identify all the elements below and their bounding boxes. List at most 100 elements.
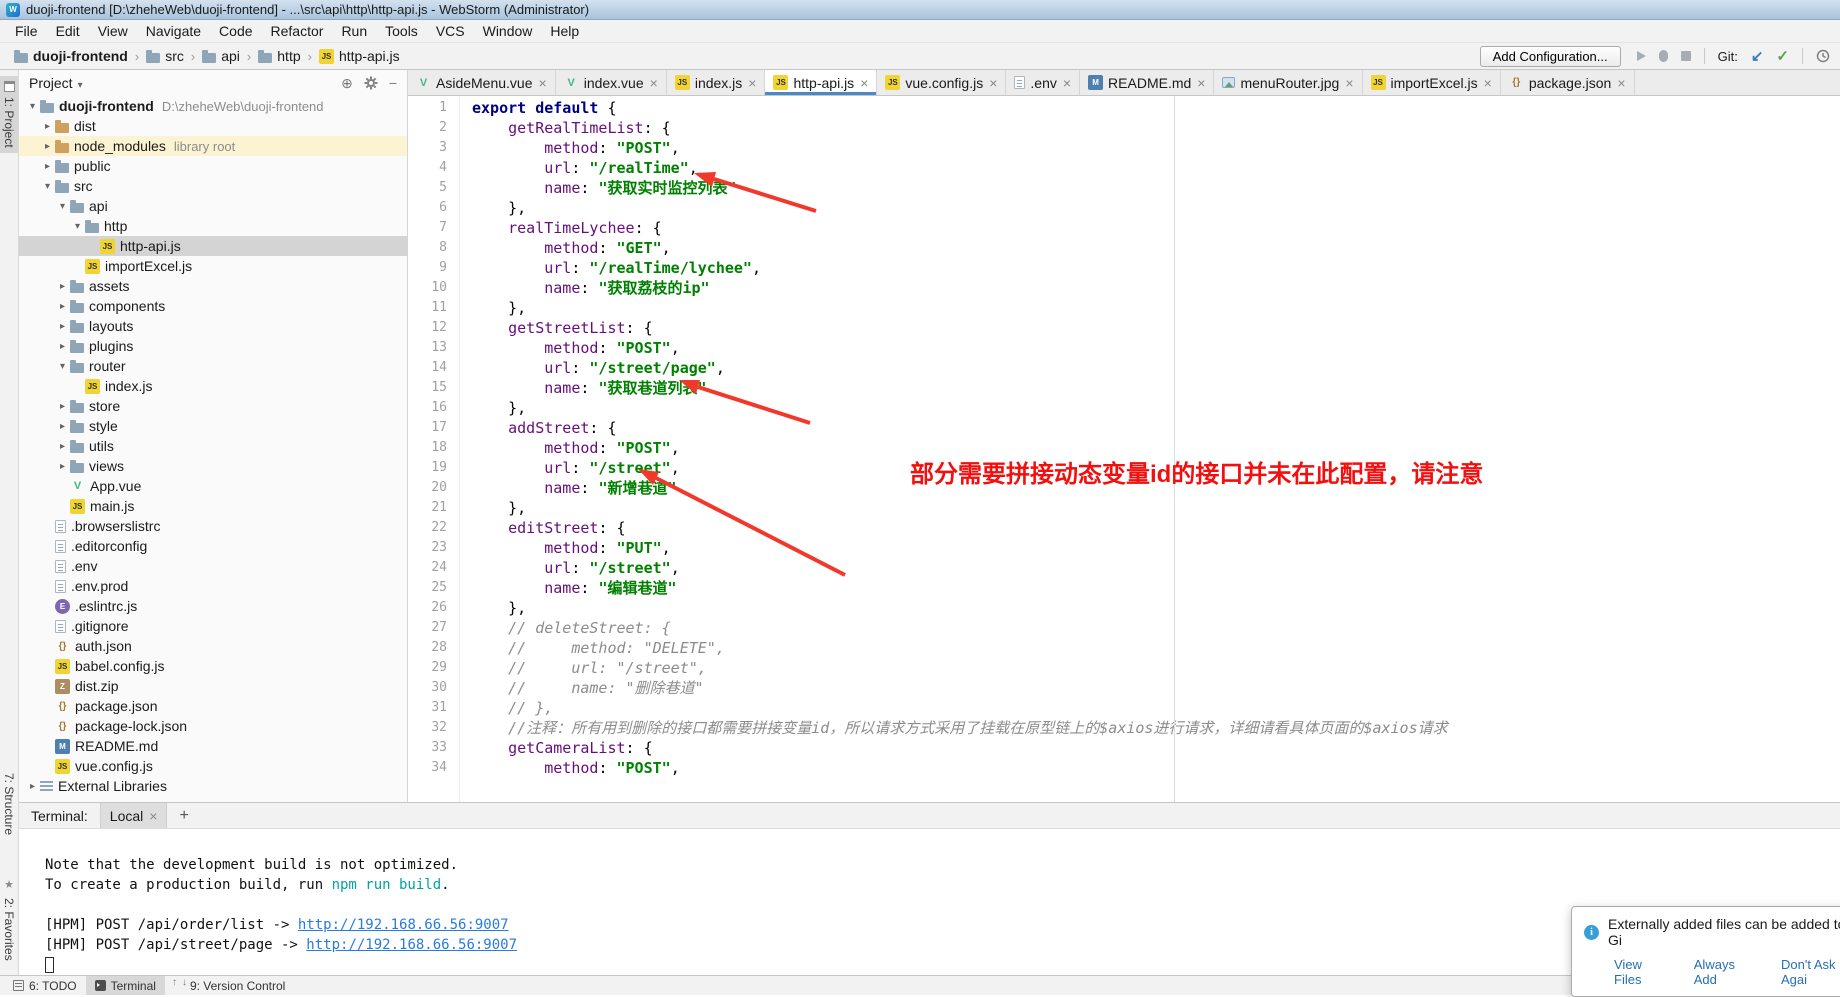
close-icon[interactable]: × <box>1063 75 1071 91</box>
editor-code[interactable]: export default { getRealTimeList: { meth… <box>460 96 1840 802</box>
locate-file-icon[interactable] <box>341 75 353 92</box>
chevron-collapsed-icon[interactable]: ▸ <box>55 421 70 432</box>
tab-index.js[interactable]: JSindex.js× <box>667 70 766 95</box>
tab-readme.md[interactable]: MREADME.md× <box>1080 70 1214 95</box>
tab-importexcel.js[interactable]: JSimportExcel.js× <box>1363 70 1501 95</box>
chevron-expanded-icon[interactable]: ▾ <box>25 101 40 112</box>
tree-item-.browserslistrc[interactable]: .browserslistrc <box>19 516 407 536</box>
notification-action-view-files[interactable]: View Files <box>1614 957 1668 987</box>
chevron-collapsed-icon[interactable]: ▸ <box>55 281 70 292</box>
git-update-icon[interactable] <box>1751 47 1764 65</box>
tree-item-http-api.js[interactable]: JShttp-api.js <box>19 236 407 256</box>
tab-index.vue[interactable]: Vindex.vue× <box>556 70 667 95</box>
tree-item-readme.md[interactable]: MREADME.md <box>19 736 407 756</box>
toolwindow-structure-button[interactable]: 7: Structure <box>0 768 18 840</box>
toolwindow-project-button[interactable]: 1: Project <box>0 76 18 153</box>
tree-item-src[interactable]: ▾src <box>19 176 407 196</box>
tree-item-.env[interactable]: .env <box>19 556 407 576</box>
statusbar-9-version-control[interactable]: 9: Version Control <box>165 976 294 995</box>
tab-asidemenu.vue[interactable]: VAsideMenu.vue× <box>408 70 556 95</box>
tab-vue.config.js[interactable]: JSvue.config.js× <box>877 70 1006 95</box>
chevron-collapsed-icon[interactable]: ▸ <box>55 321 70 332</box>
terminal-link[interactable]: http://192.168.66.56:9007 <box>298 917 509 933</box>
add-configuration-button[interactable]: Add Configuration... <box>1480 46 1621 67</box>
tree-item-.editorconfig[interactable]: .editorconfig <box>19 536 407 556</box>
toolwindow-favorites-button[interactable]: 2: Favorites <box>0 870 18 966</box>
close-icon[interactable]: × <box>1484 75 1492 91</box>
chevron-collapsed-icon[interactable]: ▸ <box>55 461 70 472</box>
tree-item-node_modules[interactable]: ▸node_moduleslibrary root <box>19 136 407 156</box>
breadcrumb-item-src[interactable]: src <box>146 48 184 64</box>
chevron-collapsed-icon[interactable]: ▸ <box>40 141 55 152</box>
tree-item-assets[interactable]: ▸assets <box>19 276 407 296</box>
menu-item-file[interactable]: File <box>6 21 47 41</box>
hide-panel-icon[interactable] <box>389 75 397 91</box>
tree-item-http[interactable]: ▾http <box>19 216 407 236</box>
tab-menurouter.jpg[interactable]: menuRouter.jpg× <box>1214 70 1362 95</box>
terminal-link[interactable]: http://192.168.66.56:9007 <box>306 937 517 953</box>
close-icon[interactable]: × <box>989 75 997 91</box>
tree-item-package.json[interactable]: {}package.json <box>19 696 407 716</box>
breadcrumb-item-api[interactable]: api <box>202 48 240 64</box>
breadcrumb-item-http[interactable]: http <box>258 48 300 64</box>
project-panel-title[interactable]: Project <box>29 75 73 91</box>
chevron-collapsed-icon[interactable]: ▸ <box>40 121 55 132</box>
tab-package.json[interactable]: {}package.json× <box>1501 70 1635 95</box>
chevron-collapsed-icon[interactable]: ▸ <box>25 781 40 792</box>
statusbar-6-todo[interactable]: 6: TODO <box>4 976 86 995</box>
tree-item-importexcel.js[interactable]: JSimportExcel.js <box>19 256 407 276</box>
tree-item-router[interactable]: ▾router <box>19 356 407 376</box>
tree-item-.eslintrc.js[interactable]: E.eslintrc.js <box>19 596 407 616</box>
chevron-collapsed-icon[interactable]: ▸ <box>55 401 70 412</box>
tree-item-index.js[interactable]: JSindex.js <box>19 376 407 396</box>
close-icon[interactable]: × <box>149 808 157 824</box>
menu-item-code[interactable]: Code <box>210 21 261 41</box>
stop-icon[interactable] <box>1681 51 1691 61</box>
terminal-tab-local[interactable]: Local × <box>100 803 168 828</box>
close-icon[interactable]: × <box>1345 75 1353 91</box>
tree-item-style[interactable]: ▸style <box>19 416 407 436</box>
tree-item-babel.config.js[interactable]: JSbabel.config.js <box>19 656 407 676</box>
menu-item-window[interactable]: Window <box>474 21 542 41</box>
settings-gear-icon[interactable] <box>364 76 378 90</box>
close-icon[interactable]: × <box>748 75 756 91</box>
tree-item-.gitignore[interactable]: .gitignore <box>19 616 407 636</box>
tab-http-api.js[interactable]: JShttp-api.js× <box>765 70 877 95</box>
tree-item-main.js[interactable]: JSmain.js <box>19 496 407 516</box>
tree-item-views[interactable]: ▸views <box>19 456 407 476</box>
run-icon[interactable] <box>1637 51 1646 61</box>
chevron-collapsed-icon[interactable]: ▸ <box>55 341 70 352</box>
menu-item-refactor[interactable]: Refactor <box>262 21 333 41</box>
chevron-expanded-icon[interactable]: ▾ <box>70 221 85 232</box>
close-icon[interactable]: × <box>539 75 547 91</box>
chevron-collapsed-icon[interactable]: ▸ <box>40 161 55 172</box>
tree-item-dist[interactable]: ▸dist <box>19 116 407 136</box>
menu-item-help[interactable]: Help <box>541 21 588 41</box>
git-commit-icon[interactable] <box>1776 47 1789 65</box>
editor-body[interactable]: 1234567891011121314151617181920212223242… <box>408 96 1840 802</box>
chevron-collapsed-icon[interactable]: ▸ <box>55 441 70 452</box>
notification-action-always-add[interactable]: Always Add <box>1694 957 1755 987</box>
tree-item-auth.json[interactable]: {}auth.json <box>19 636 407 656</box>
chevron-expanded-icon[interactable]: ▾ <box>55 201 70 212</box>
tree-item-package-lock.json[interactable]: {}package-lock.json <box>19 716 407 736</box>
menu-item-edit[interactable]: Edit <box>47 21 89 41</box>
tree-item-duoji-frontend[interactable]: ▾duoji-frontendD:\zheheWeb\duoji-fronten… <box>19 96 407 116</box>
close-icon[interactable]: × <box>650 75 658 91</box>
close-icon[interactable]: × <box>1617 75 1625 91</box>
breadcrumb-item-http-api.js[interactable]: JShttp-api.js <box>319 48 400 64</box>
menu-item-run[interactable]: Run <box>332 21 376 41</box>
history-icon[interactable] <box>1816 49 1830 63</box>
chevron-collapsed-icon[interactable]: ▸ <box>55 301 70 312</box>
tree-item-plugins[interactable]: ▸plugins <box>19 336 407 356</box>
tree-item-vue.config.js[interactable]: JSvue.config.js <box>19 756 407 776</box>
tree-item-api[interactable]: ▾api <box>19 196 407 216</box>
breadcrumb-item-duoji-frontend[interactable]: duoji-frontend <box>14 48 128 64</box>
tree-item-public[interactable]: ▸public <box>19 156 407 176</box>
statusbar-terminal[interactable]: Terminal <box>86 976 165 995</box>
close-icon[interactable]: × <box>1197 75 1205 91</box>
menu-item-navigate[interactable]: Navigate <box>137 21 210 41</box>
chevron-expanded-icon[interactable]: ▾ <box>55 361 70 372</box>
notification-popup[interactable]: Externally added files can be added to G… <box>1571 906 1840 997</box>
chevron-expanded-icon[interactable]: ▾ <box>40 181 55 192</box>
